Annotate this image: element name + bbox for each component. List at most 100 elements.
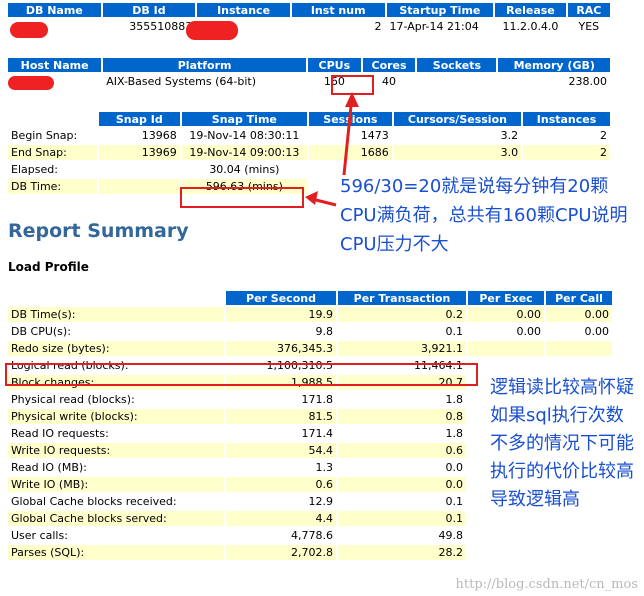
per-exec-value bbox=[468, 358, 544, 373]
per-transaction-value: 28.2 bbox=[338, 545, 466, 560]
load-row: DB CPU(s): 9.8 0.1 0.00 0.00 bbox=[8, 324, 612, 339]
metric-label: Redo size (bytes): bbox=[8, 341, 224, 356]
memory-value: 238.00 bbox=[498, 74, 610, 89]
per-transaction-value: 0.1 bbox=[338, 494, 466, 509]
cores-header: Cores bbox=[362, 58, 416, 72]
per-second-value: 12.9 bbox=[226, 494, 336, 509]
per-call-value bbox=[546, 545, 612, 560]
host-header-row: Host Name Platform CPUs Cores Sockets Me… bbox=[8, 58, 610, 72]
snap-instances: 2 bbox=[523, 145, 610, 160]
report-summary-heading: Report Summary bbox=[8, 220, 189, 242]
watermark: http://blog.csdn.net/cn_mos bbox=[455, 577, 638, 592]
load-row: User calls: 4,778.6 49.8 bbox=[8, 528, 612, 543]
cpus-header: CPUs bbox=[307, 58, 361, 72]
host-name-header: Host Name bbox=[8, 58, 102, 72]
platform-header: Platform bbox=[103, 58, 306, 72]
db-info-table: DB Name DB Id Instance Inst num Startup … bbox=[6, 1, 612, 36]
snap-sessions: 1686 bbox=[308, 145, 392, 160]
metric-label: Physical read (blocks): bbox=[8, 392, 224, 407]
snap-time: 30.04 (mins) bbox=[181, 162, 307, 177]
db-time-highlight-box bbox=[180, 187, 304, 208]
release-header: Release bbox=[495, 3, 566, 17]
per-second-value: 9.8 bbox=[226, 324, 336, 339]
redacted-db-name bbox=[10, 22, 48, 38]
per-second-value: 376,345.3 bbox=[226, 341, 336, 356]
per-second-value: 4.4 bbox=[226, 511, 336, 526]
snap-instances: 2 bbox=[523, 128, 610, 143]
per-transaction-header: Per Transaction bbox=[338, 291, 466, 305]
inst-num-value: 2 bbox=[291, 19, 385, 34]
per-transaction-value: 0.2 bbox=[338, 307, 466, 322]
per-transaction-value: 0.0 bbox=[338, 460, 466, 475]
per-second-value: 171.4 bbox=[226, 426, 336, 441]
metric-label: Parses (SQL): bbox=[8, 545, 224, 560]
host-info-table: Host Name Platform CPUs Cores Sockets Me… bbox=[6, 56, 612, 91]
snap-id: 13969 bbox=[98, 145, 180, 160]
per-second-value: 19.9 bbox=[226, 307, 336, 322]
load-row: Redo size (bytes): 376,345.3 3,921.1 bbox=[8, 341, 612, 356]
per-exec-value: 0.00 bbox=[468, 324, 544, 339]
snap-cursors: 3.2 bbox=[393, 128, 522, 143]
redacted-instance bbox=[186, 21, 238, 40]
per-second-value: 0.6 bbox=[226, 477, 336, 492]
per-transaction-value: 0.6 bbox=[338, 443, 466, 458]
inst-num-header: Inst num bbox=[291, 3, 385, 17]
snap-time: 19-Nov-14 08:30:11 bbox=[181, 128, 307, 143]
snap-label: DB Time: bbox=[8, 179, 97, 194]
per-transaction-value: 1.8 bbox=[338, 426, 466, 441]
sockets-header: Sockets bbox=[417, 58, 497, 72]
per-transaction-value: 0.8 bbox=[338, 409, 466, 424]
per-exec-value bbox=[468, 545, 544, 560]
per-call-value bbox=[546, 358, 612, 373]
metric-label: User calls: bbox=[8, 528, 224, 543]
per-transaction-value: 49.8 bbox=[338, 528, 466, 543]
per-transaction-value: 1.8 bbox=[338, 392, 466, 407]
load-blank-header bbox=[8, 291, 224, 305]
snap-label: End Snap: bbox=[8, 145, 97, 160]
metric-label: Write IO requests: bbox=[8, 443, 224, 458]
snap-time-header: Snap Time bbox=[181, 112, 307, 126]
metric-label: Physical write (blocks): bbox=[8, 409, 224, 424]
snap-header-row: Snap Id Snap Time Sessions Cursors/Sessi… bbox=[8, 112, 610, 126]
arrow-to-dbtime bbox=[311, 197, 337, 207]
per-second-value: 81.5 bbox=[226, 409, 336, 424]
memory-header: Memory (GB) bbox=[498, 58, 610, 72]
host-row: AIX-Based Systems (64-bit) 160 40 238.00 bbox=[8, 74, 610, 89]
db-id-header: DB Id bbox=[102, 3, 196, 17]
metric-label: DB Time(s): bbox=[8, 307, 224, 322]
metric-label: Write IO (MB): bbox=[8, 477, 224, 492]
snap-sessions: 1473 bbox=[308, 128, 392, 143]
cpu-analysis-note: 596/30=20就是说每分钟有20颗CPU满负荷，总共有160颗CPU说明CP… bbox=[340, 176, 628, 255]
instances-header: Instances bbox=[523, 112, 610, 126]
cpus-highlight-box bbox=[331, 75, 374, 95]
redacted-host-name bbox=[8, 76, 54, 90]
db-name-header: DB Name bbox=[8, 3, 101, 17]
db-info-header-row: DB Name DB Id Instance Inst num Startup … bbox=[8, 3, 610, 17]
per-exec-value bbox=[468, 528, 544, 543]
load-row: Parses (SQL): 2,702.8 28.2 bbox=[8, 545, 612, 560]
metric-label: Global Cache blocks received: bbox=[8, 494, 224, 509]
sessions-header: Sessions bbox=[308, 112, 392, 126]
per-call-value bbox=[546, 528, 612, 543]
rac-header: RAC bbox=[567, 3, 610, 17]
snap-label: Begin Snap: bbox=[8, 128, 97, 143]
db-info-row: 355510883 2 17-Apr-14 21:04 11.2.0.4.0 Y… bbox=[8, 19, 610, 34]
snap-blank-header bbox=[8, 112, 97, 126]
db-id-value: 355510883 bbox=[102, 19, 196, 34]
release-value: 11.2.0.4.0 bbox=[495, 19, 566, 34]
instance-header: Instance bbox=[197, 3, 290, 17]
per-second-value: 54.4 bbox=[226, 443, 336, 458]
startup-time-value: 17-Apr-14 21:04 bbox=[386, 19, 494, 34]
per-call-value: 0.00 bbox=[546, 324, 612, 339]
per-second-value: 4,778.6 bbox=[226, 528, 336, 543]
snap-id bbox=[98, 162, 180, 177]
per-exec-value: 0.00 bbox=[468, 307, 544, 322]
load-header-row: Per Second Per Transaction Per Exec Per … bbox=[8, 291, 612, 305]
per-call-header: Per Call bbox=[546, 291, 612, 305]
snap-id bbox=[98, 179, 180, 194]
per-exec-header: Per Exec bbox=[468, 291, 544, 305]
snap-row-end: End Snap: 13969 19-Nov-14 09:00:13 1686 … bbox=[8, 145, 610, 160]
metric-label: Read IO (MB): bbox=[8, 460, 224, 475]
snap-row-begin: Begin Snap: 13968 19-Nov-14 08:30:11 147… bbox=[8, 128, 610, 143]
rac-value: YES bbox=[567, 19, 610, 34]
